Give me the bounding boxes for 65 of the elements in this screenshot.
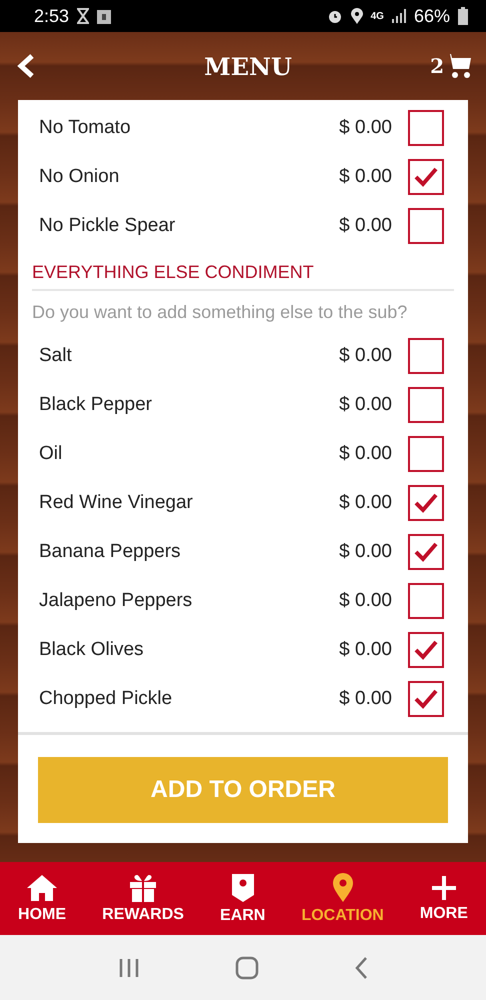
battery-level: 66% bbox=[414, 6, 450, 26]
gift-icon bbox=[129, 874, 158, 902]
checkbox[interactable] bbox=[408, 436, 444, 472]
option-name: Red Wine Vinegar bbox=[39, 492, 194, 514]
app-notification-icon bbox=[97, 8, 112, 24]
checkmark-icon bbox=[413, 492, 439, 514]
shield-icon bbox=[230, 872, 255, 902]
nav-tab[interactable]: HOME bbox=[18, 874, 66, 924]
battery-icon bbox=[458, 7, 468, 25]
back-button-icon[interactable] bbox=[354, 956, 368, 980]
option-price: $ 0.00 bbox=[339, 214, 392, 236]
checkbox[interactable] bbox=[408, 534, 444, 570]
option-name: Oil bbox=[39, 442, 64, 464]
option-price: $ 0.00 bbox=[339, 590, 392, 612]
option-price: $ 0.00 bbox=[339, 492, 392, 514]
checkmark-icon bbox=[413, 638, 439, 660]
checkbox[interactable] bbox=[408, 386, 444, 422]
signal-icon bbox=[392, 9, 406, 23]
home-icon bbox=[26, 874, 58, 902]
checkbox[interactable] bbox=[408, 208, 444, 244]
option-price: $ 0.00 bbox=[339, 116, 392, 138]
cart-count: 2 bbox=[430, 54, 444, 78]
option-name: No Onion bbox=[39, 166, 120, 188]
checkbox[interactable] bbox=[408, 110, 444, 146]
checkbox[interactable] bbox=[408, 158, 444, 194]
nav-tab[interactable]: EARN bbox=[220, 872, 266, 924]
option-name: Black Olives bbox=[39, 638, 145, 660]
checkbox[interactable] bbox=[408, 680, 444, 716]
back-icon[interactable] bbox=[16, 53, 36, 79]
checkbox[interactable] bbox=[408, 338, 444, 374]
location-icon bbox=[350, 8, 363, 24]
option-price: $ 0.00 bbox=[339, 344, 392, 366]
recent-apps-icon[interactable] bbox=[118, 958, 140, 978]
option-name: Chopped Pickle bbox=[39, 688, 174, 710]
checkbox[interactable] bbox=[408, 632, 444, 668]
location-pin-icon bbox=[332, 872, 354, 902]
option-price: $ 0.00 bbox=[339, 442, 392, 464]
alarm-icon bbox=[326, 8, 343, 24]
nav-tab[interactable]: LOCATION bbox=[301, 872, 384, 924]
option-name: No Tomato bbox=[39, 116, 132, 138]
option-price: $ 0.00 bbox=[339, 638, 392, 660]
option-price: $ 0.00 bbox=[339, 394, 392, 416]
option-name: Jalapeno Peppers bbox=[39, 590, 194, 612]
section-subtitle: Do you want to add something else to the sub? bbox=[32, 302, 408, 323]
checkmark-icon bbox=[413, 166, 439, 188]
checkbox[interactable] bbox=[408, 484, 444, 520]
option-price: $ 0.00 bbox=[339, 540, 392, 562]
option-name: Salt bbox=[39, 344, 73, 366]
home-button-icon[interactable] bbox=[234, 956, 259, 980]
network-type: 4G bbox=[370, 10, 384, 22]
hourglass-icon bbox=[77, 8, 90, 24]
plus-icon bbox=[430, 874, 457, 900]
clock: 2:53 bbox=[34, 6, 70, 26]
nav-tab[interactable]: REWARDS bbox=[102, 874, 184, 924]
option-name: Black Pepper bbox=[39, 394, 154, 416]
option-name: Banana Peppers bbox=[39, 540, 182, 562]
nav-tab[interactable]: MORE bbox=[420, 874, 468, 922]
checkbox[interactable] bbox=[408, 582, 444, 618]
option-name: No Pickle Spear bbox=[39, 214, 176, 236]
page-title: MENU bbox=[203, 52, 293, 80]
section-title: EVERYTHING ELSE CONDIMENT bbox=[32, 262, 454, 291]
option-price: $ 0.00 bbox=[339, 688, 392, 710]
option-price: $ 0.00 bbox=[339, 166, 392, 188]
checkmark-icon bbox=[413, 540, 439, 562]
checkmark-icon bbox=[413, 688, 439, 710]
